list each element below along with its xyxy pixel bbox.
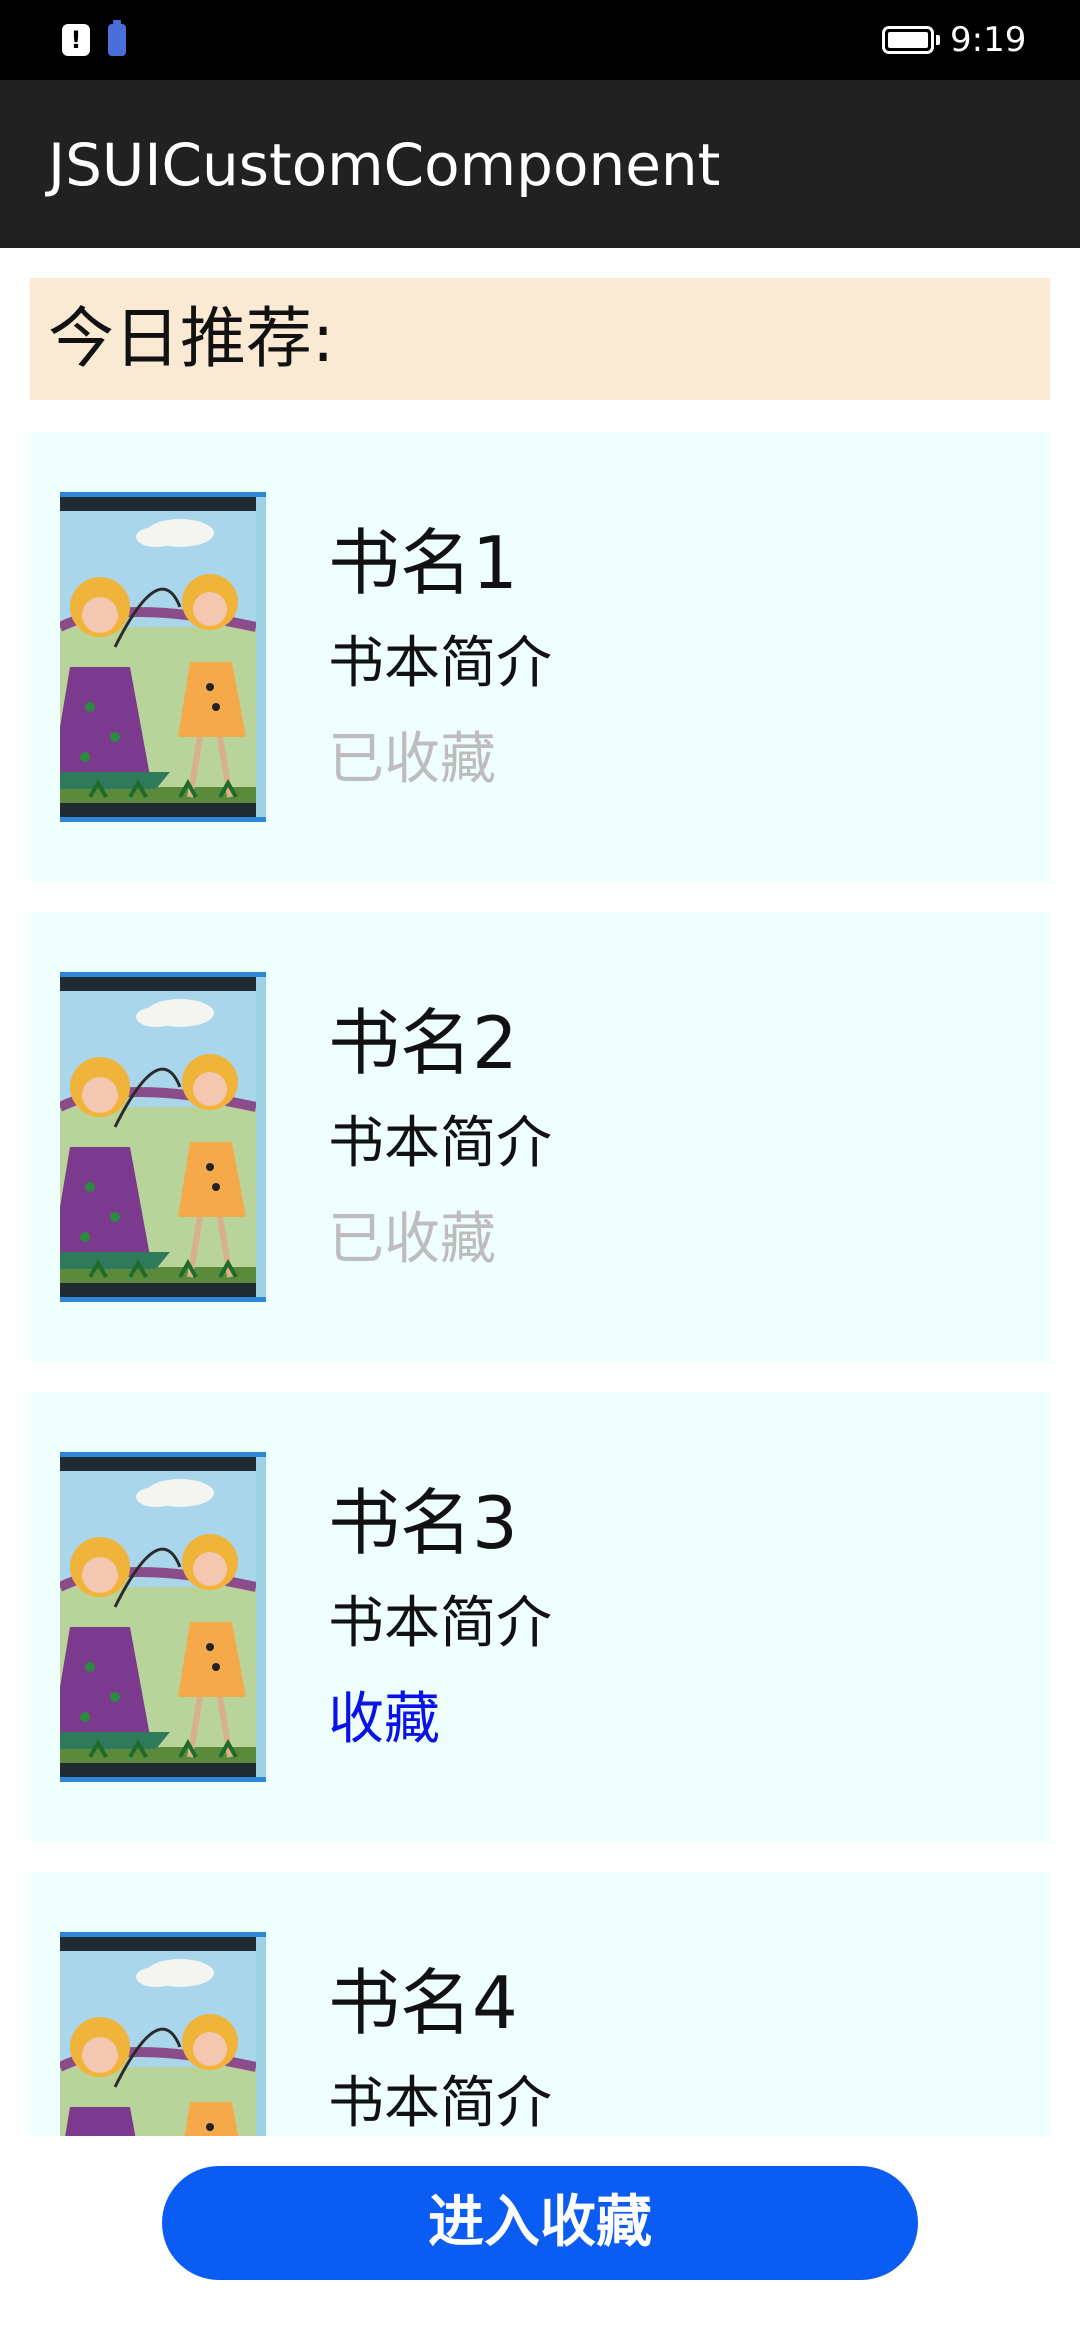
app-bar: JSUICustomComponent — [0, 80, 1080, 248]
section-header: 今日推荐: — [30, 278, 1050, 400]
book-cover-image — [60, 972, 266, 1302]
book-card[interactable]: 书名4 书本简介 — [30, 1872, 1050, 2136]
section-title: 今日推荐: — [48, 300, 335, 377]
book-description: 书本简介 — [328, 1111, 552, 1176]
battery-icon — [882, 26, 934, 54]
book-description: 书本简介 — [328, 1591, 552, 1656]
book-card[interactable]: 书名3 书本简介 收藏 — [30, 1392, 1050, 1842]
alert-icon: ! — [62, 24, 90, 56]
book-description: 书本简介 — [328, 2071, 552, 2136]
battery-charging-icon — [108, 20, 126, 56]
favorite-status: 已收藏 — [328, 727, 496, 792]
favorite-button[interactable]: 收藏 — [328, 1688, 440, 1752]
recommendation-list[interactable]: 今日推荐: 书名1 书本简介 已收藏 书名2 书本简介 已收藏 书名3 书本简介… — [0, 248, 1080, 2136]
book-card[interactable]: 书名1 书本简介 已收藏 — [30, 432, 1050, 882]
book-cover-image — [60, 1932, 266, 2136]
status-bar: ! 9:19 — [0, 0, 1080, 80]
book-title: 书名2 — [328, 1001, 518, 1085]
book-title: 书名3 — [328, 1481, 518, 1565]
book-cover-image — [60, 492, 266, 822]
book-title: 书名4 — [328, 1961, 518, 2045]
enter-favorites-button[interactable]: 进入收藏 — [162, 2166, 918, 2280]
book-title: 书名1 — [328, 521, 518, 605]
favorite-status: 已收藏 — [328, 1207, 496, 1272]
book-card[interactable]: 书名2 书本简介 已收藏 — [30, 912, 1050, 1362]
status-time: 9:19 — [950, 20, 1027, 60]
book-cover-image — [60, 1452, 266, 1782]
app-title: JSUICustomComponent — [48, 131, 721, 199]
book-description: 书本简介 — [328, 631, 552, 696]
